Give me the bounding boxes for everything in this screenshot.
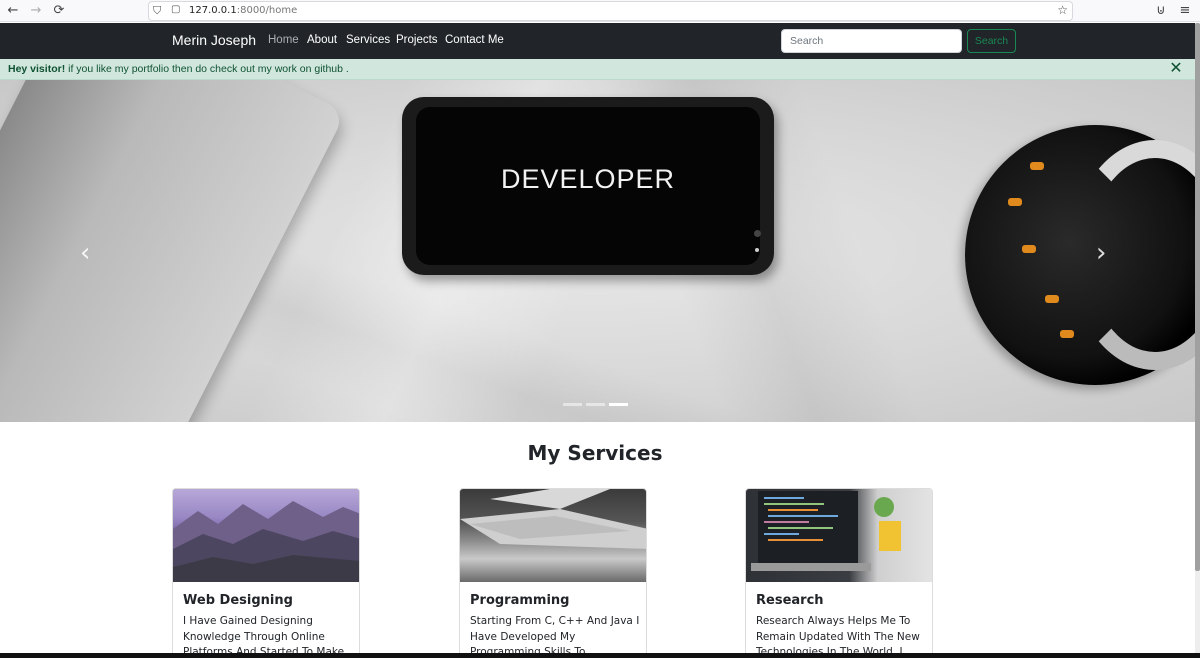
- speaker-light: [1060, 330, 1074, 338]
- star-icon[interactable]: ☆: [1057, 3, 1068, 17]
- speaker-light: [1008, 198, 1022, 206]
- laptop-photo: [460, 489, 646, 582]
- carousel-prev-icon[interactable]: ‹: [80, 240, 90, 266]
- hero-carousel: DEVELOPER ‹ ›: [0, 80, 1195, 422]
- phone-image: DEVELOPER: [402, 97, 774, 275]
- arrow-right-icon[interactable]: →: [28, 3, 44, 19]
- menu-icon[interactable]: ≡: [1177, 3, 1193, 19]
- service-card-web-designing[interactable]: Web Designing I Have Gained Designing Kn…: [172, 488, 360, 658]
- phone-camera: [754, 230, 761, 237]
- code-laptop-photo: [746, 489, 932, 582]
- service-card-programming[interactable]: Programming Starting From C, C++ And Jav…: [459, 488, 647, 658]
- nav-contact[interactable]: Contact Me: [445, 34, 504, 46]
- card-title: Research: [756, 593, 824, 608]
- pocket-icon[interactable]: ⊍: [1153, 3, 1169, 19]
- card-text: Starting From C, C++ And Java I Have Dev…: [470, 615, 640, 658]
- url-text: 127.0.0.1:8000/home: [189, 5, 298, 16]
- reload-icon[interactable]: ⟳: [51, 3, 67, 19]
- browser-toolbar: ← → ⟳ ⛉ ▢ 127.0.0.1:8000/home ☆ ⊍ ≡: [0, 0, 1200, 22]
- brand-name[interactable]: Merin Joseph: [172, 32, 256, 48]
- card-text: I Have Gained Designing Knowledge Throug…: [183, 615, 345, 658]
- phone-camera-dot: [755, 248, 759, 252]
- slide-caption: DEVELOPER: [500, 164, 676, 194]
- search-input[interactable]: Search: [781, 29, 962, 53]
- alert-message: Hey visitor! if you like my portfolio th…: [8, 63, 349, 75]
- carousel-indicator-2[interactable]: [586, 403, 605, 406]
- card-title: Programming: [470, 593, 570, 608]
- service-card-research[interactable]: Research Research Always Helps Me To Rem…: [745, 488, 933, 658]
- arrow-left-icon[interactable]: ←: [5, 3, 21, 19]
- close-icon[interactable]: ✕: [1169, 60, 1183, 76]
- nav-home[interactable]: Home: [268, 34, 299, 46]
- carousel-next-icon[interactable]: ›: [1096, 240, 1106, 266]
- card-title: Web Designing: [183, 593, 293, 608]
- speaker-light: [1022, 245, 1036, 253]
- welcome-alert: Hey visitor! if you like my portfolio th…: [0, 59, 1195, 80]
- mountain-image: [173, 489, 359, 582]
- nav-projects[interactable]: Projects: [396, 34, 438, 46]
- nav-services[interactable]: Services: [346, 34, 390, 46]
- carousel-indicator-1[interactable]: [563, 403, 582, 406]
- navbar: Merin Joseph Home About Services Project…: [0, 23, 1195, 59]
- scrollbar-thumb[interactable]: [1195, 23, 1200, 571]
- speaker-light: [1045, 295, 1059, 303]
- carousel-indicator-3[interactable]: [609, 403, 628, 406]
- page-icon: ▢: [171, 4, 181, 15]
- card-text: Research Always Helps Me To Remain Updat…: [756, 615, 920, 658]
- nav-about[interactable]: About: [307, 34, 337, 46]
- services-heading: My Services: [527, 441, 663, 465]
- shield-icon: ⛉: [153, 4, 162, 17]
- bottom-edge: [0, 653, 1200, 658]
- address-bar[interactable]: ⛉ ▢ 127.0.0.1:8000/home ☆: [148, 1, 1073, 21]
- search-button[interactable]: Search: [967, 29, 1016, 53]
- speaker-light: [1030, 162, 1044, 170]
